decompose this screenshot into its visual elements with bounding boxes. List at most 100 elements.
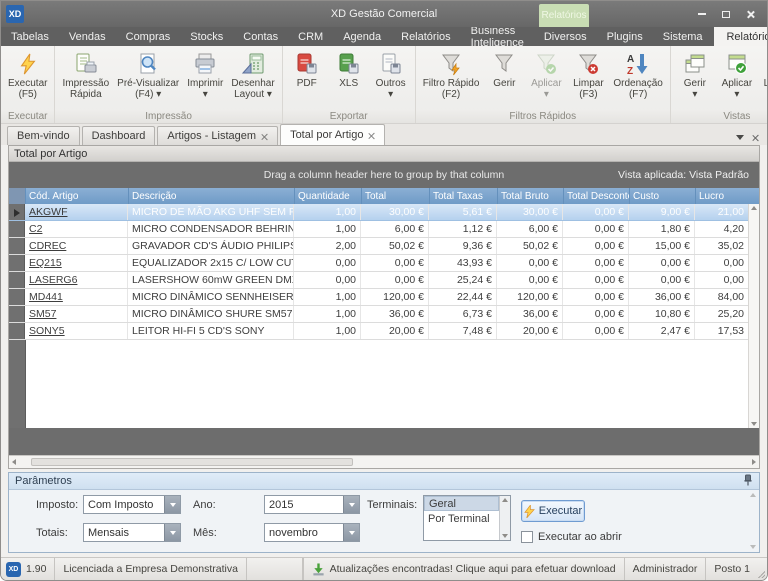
close-button[interactable] [741,7,759,21]
grid-horizontal-scrollbar[interactable] [9,455,759,468]
artigo-code-link[interactable]: SONY5 [25,323,128,339]
aplicar-filtro-button[interactable]: Aplicar▾ [525,49,567,102]
table-row[interactable]: LASERG6 LASERSHOW 60mW GREEN DMX/SOUND A… [9,272,748,289]
tab-total-por-artigo[interactable]: Total por Artigo [280,124,385,145]
menu-item-contas[interactable]: Contas [233,27,288,46]
tab-bem-vindo[interactable]: Bem-vindo [7,126,80,145]
menu-item-diversos[interactable]: Diversos [534,27,597,46]
imposto-select[interactable]: Com Imposto [83,495,181,514]
tab-relatorio[interactable]: Relatório [714,27,768,46]
totais-select[interactable]: Mensais [83,523,181,542]
dropdown-arrow-icon[interactable] [164,524,180,541]
tab-close-icon[interactable] [368,132,375,139]
minimize-button[interactable] [693,7,711,21]
params-scrollbar[interactable] [748,493,757,549]
row-selector-cell[interactable] [9,204,25,220]
menu-item-vendas[interactable]: Vendas [59,27,116,46]
mes-select[interactable]: novembro [264,523,360,542]
limpar-vista-button[interactable]: Limpar [758,49,768,91]
executar-button[interactable]: Executar [521,500,585,522]
table-row[interactable]: SONY5 LEITOR HI-FI 5 CD'S SONY 1,00 20,0… [9,323,748,340]
update-notification[interactable]: Atualizações encontradas! Clique aqui pa… [304,558,625,580]
header-total-bruto[interactable]: Total Bruto [498,188,564,204]
dropdown-arrow-icon[interactable] [343,524,359,541]
header-lucro[interactable]: Lucro [696,188,759,204]
row-selector-cell[interactable] [9,221,25,237]
header-cod-artigo[interactable]: Cód. Artigo [26,188,129,204]
artigo-code-link[interactable]: EQ215 [25,255,128,271]
group-by-bar[interactable]: Drag a column header here to group by th… [9,162,759,188]
menu-item-relatórios[interactable]: Relatórios [391,27,461,46]
dropdown-arrow-icon[interactable] [164,496,180,513]
header-total-descontos[interactable]: Total Descontos [564,188,630,204]
imprimir-button[interactable]: Imprimir▾ [183,49,227,102]
export-xls-button[interactable]: XLS [328,49,370,91]
table-row[interactable]: EQ215 EQUALIZADOR 2x15 C/ LOW CUT 0,00 0… [9,255,748,272]
tab-close-icon[interactable] [261,133,268,140]
menu-item-crm[interactable]: CRM [288,27,333,46]
header-custo[interactable]: Custo [630,188,696,204]
scroll-down-icon[interactable] [751,422,757,426]
scroll-up-icon[interactable] [750,493,756,497]
desenhar-layout-button[interactable]: DesenharLayout ▾ [227,49,278,102]
aplicar-vista-button[interactable]: Aplicar▾ [716,49,758,102]
row-selector-cell[interactable] [9,272,25,288]
maximize-button[interactable] [717,7,735,21]
header-quantidade[interactable]: Quantidade [295,188,362,204]
menu-item-stocks[interactable]: Stocks [180,27,233,46]
scroll-left-icon[interactable] [12,459,16,465]
row-selector-cell[interactable] [9,323,25,339]
table-row[interactable]: C2 MICRO CONDENSADOR BEHRINGER C1 1,00 6… [9,221,748,238]
menu-item-plugins[interactable]: Plugins [597,27,653,46]
row-selector-cell[interactable] [9,255,25,271]
pre-visualizar-button[interactable]: Pré-Visualizar(F4) ▾ [113,49,183,102]
artigo-code-link[interactable]: AKGWF [25,204,128,220]
artigo-code-link[interactable]: C2 [25,221,128,237]
header-total[interactable]: Total [362,188,430,204]
row-selector-cell[interactable] [9,289,25,305]
tab-list-dropdown-icon[interactable] [736,135,744,140]
artigo-code-link[interactable]: SM57 [25,306,128,322]
resize-grip[interactable] [758,558,767,580]
export-outros-button[interactable]: Outros▾ [370,49,412,102]
scroll-down-icon[interactable] [750,545,756,549]
contextual-tab-relatorios[interactable]: Relatórios [539,4,589,27]
executar-f5-button[interactable]: Executar(F5) [4,49,51,102]
row-selector-cell[interactable] [9,306,25,322]
executar-ao-abrir-checkbox[interactable] [521,531,533,543]
table-row[interactable]: AKGWF MICRO DE MÃO AKG UHF SEM FIO 1,00 … [9,204,748,221]
hscroll-thumb[interactable] [31,458,353,466]
listbox-scrollbar[interactable] [499,496,510,540]
limpar-filtro-button[interactable]: Limpar(F3) [567,49,609,102]
grid-vertical-scrollbar[interactable] [748,204,759,428]
tab-artigos-listagem[interactable]: Artigos - Listagem [157,126,278,145]
gerir-vistas-button[interactable]: Gerir▾ [674,49,716,102]
artigo-code-link[interactable]: CDREC [25,238,128,254]
header-descricao[interactable]: Descrição [129,188,295,204]
pin-icon[interactable] [743,474,753,489]
filtro-rapido-button[interactable]: Filtro Rápido(F2) [419,49,484,102]
header-total-taxas[interactable]: Total Taxas [430,188,498,204]
scroll-right-icon[interactable] [752,459,756,465]
dropdown-arrow-icon[interactable] [343,496,359,513]
table-row[interactable]: SM57 MICRO DINÂMICO SHURE SM57 1,00 36,0… [9,306,748,323]
table-row[interactable]: CDREC GRAVADOR CD'S ÁUDIO PHILIPS 2,00 5… [9,238,748,255]
terminais-option[interactable]: Geral [424,496,499,511]
menu-item-business-inteligence[interactable]: Business Inteligence [461,27,534,46]
artigo-code-link[interactable]: LASERG6 [25,272,128,288]
ordenacao-button[interactable]: AZ Ordenação(F7) [609,49,666,102]
terminais-listbox[interactable]: GeralPor Terminal [423,495,511,541]
menu-item-tabelas[interactable]: Tabelas [1,27,59,46]
gerir-filtros-button[interactable]: Gerir [483,49,525,91]
table-row[interactable]: MD441 MICRO DINÂMICO SENNHEISER MD441 1,… [9,289,748,306]
row-selector-cell[interactable] [9,238,25,254]
scroll-down-icon[interactable] [502,534,508,538]
impressao-rapida-button[interactable]: ImpressãoRápida [58,49,113,102]
scroll-up-icon[interactable] [751,206,757,210]
artigo-code-link[interactable]: MD441 [25,289,128,305]
export-pdf-button[interactable]: PDF [286,49,328,91]
menu-item-sistema[interactable]: Sistema [653,27,713,46]
scroll-up-icon[interactable] [502,498,508,502]
menu-item-agenda[interactable]: Agenda [333,27,391,46]
ano-select[interactable]: 2015 [264,495,360,514]
